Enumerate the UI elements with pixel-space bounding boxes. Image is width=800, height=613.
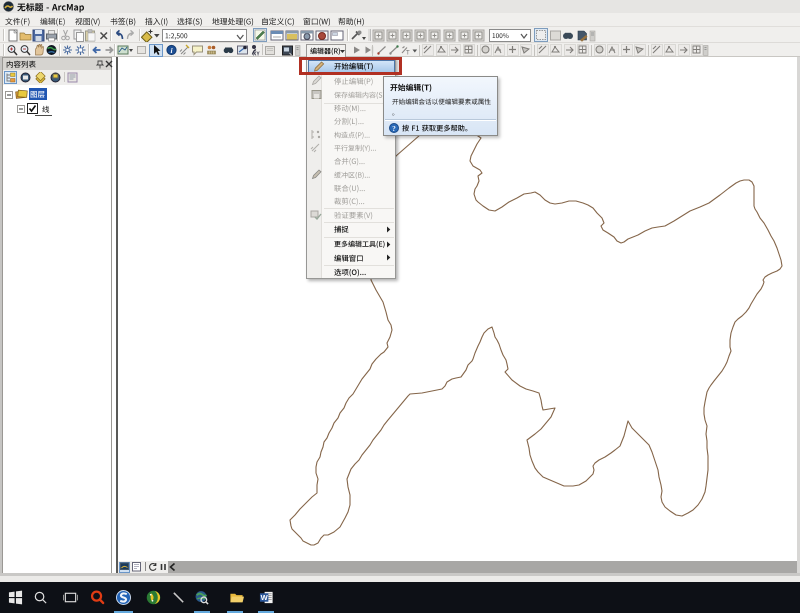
- svg-text:W: W: [261, 593, 269, 602]
- svg-text:?: ?: [392, 125, 396, 133]
- svg-text:T: T: [406, 51, 410, 57]
